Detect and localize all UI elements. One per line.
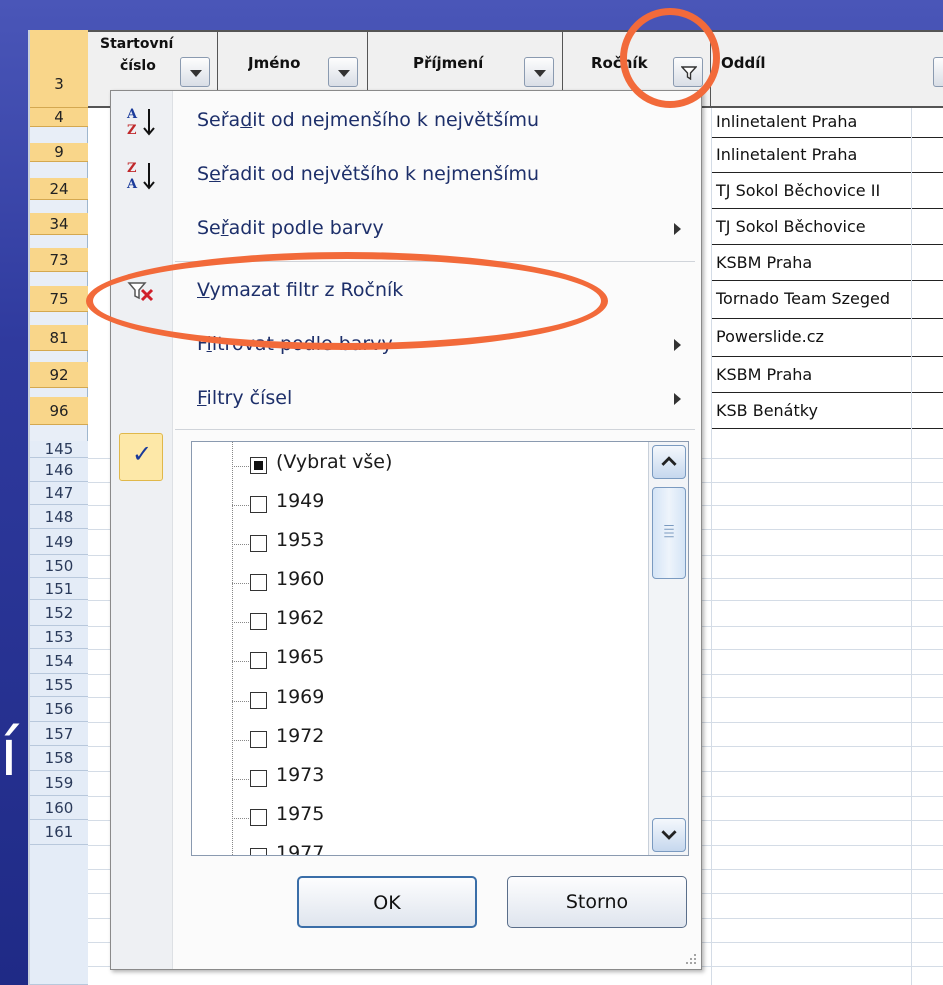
- row-header: [30, 845, 88, 985]
- resize-grip-icon[interactable]: [685, 953, 697, 965]
- checkbox[interactable]: [250, 535, 267, 552]
- checkbox[interactable]: [250, 809, 267, 826]
- column-header-label: číslo: [120, 58, 156, 74]
- chevron-up-icon: [661, 456, 677, 466]
- row-header[interactable]: 92: [30, 362, 88, 388]
- checkmark-icon: ✓: [132, 440, 153, 468]
- submenu-arrow-icon: [674, 223, 681, 235]
- filter-dropdown-button[interactable]: [524, 57, 554, 87]
- slide-text-fragment: í: [0, 717, 18, 791]
- table-cell[interactable]: Powerslide.cz: [711, 319, 943, 357]
- sort-descending-icon: Z A: [126, 161, 155, 192]
- row-header[interactable]: 148: [30, 505, 88, 529]
- row-header[interactable]: 4: [30, 108, 88, 127]
- checkbox[interactable]: [250, 574, 267, 591]
- column-header-label: Jméno: [248, 54, 301, 72]
- table-cell[interactable]: KSB Benátky: [711, 393, 943, 429]
- grid-line: [711, 108, 712, 985]
- grip-icon: [664, 525, 674, 538]
- row-header[interactable]: 75: [30, 286, 88, 312]
- menu-separator: [175, 429, 695, 430]
- checkbox[interactable]: [250, 692, 267, 709]
- row-header[interactable]: 9: [30, 143, 88, 162]
- table-cell[interactable]: TJ Sokol Běchovice: [711, 209, 943, 245]
- row-header[interactable]: 160: [30, 796, 88, 820]
- row-header[interactable]: 81: [30, 325, 88, 351]
- row-header[interactable]: 146: [30, 458, 88, 482]
- row-header[interactable]: 145: [30, 441, 88, 458]
- filter-dropdown-button[interactable]: [933, 57, 943, 87]
- table-cell[interactable]: KSBM Praha: [711, 357, 943, 393]
- row-header[interactable]: 152: [30, 600, 88, 626]
- cancel-button[interactable]: Storno: [507, 876, 687, 928]
- scroll-up-button[interactable]: [652, 445, 686, 479]
- menu-item-sort-by-color[interactable]: Seřadit podle barvy: [111, 203, 701, 257]
- column-header-label: Oddíl: [721, 54, 766, 72]
- scroll-thumb[interactable]: [652, 487, 686, 579]
- presentation-slide: í 3 4 9 24 34 73 75 81 92 96 145 146 147…: [0, 0, 943, 985]
- menu-item-label: Seřadit podle barvy: [197, 217, 384, 239]
- menu-item-label: Seřadit od největšího k nejmenšímu: [197, 163, 540, 185]
- active-filter-indicator: ✓: [119, 433, 163, 481]
- filter-values-list[interactable]: (Vybrat vše) 1949 1953 1960 1962 1965 19…: [191, 441, 689, 856]
- column-header-oddil: Oddíl: [711, 30, 943, 108]
- table-cell[interactable]: Inlinetalent Praha: [711, 108, 943, 138]
- svg-text:Z: Z: [127, 161, 137, 176]
- row-header[interactable]: 157: [30, 722, 88, 746]
- menu-item-label: Filtry čísel: [197, 387, 293, 409]
- scroll-down-button[interactable]: [652, 818, 686, 852]
- column-header-label: Startovní: [100, 36, 174, 52]
- menu-item-label: Seřadit od nejmenšího k největšímu: [197, 109, 540, 131]
- checkbox[interactable]: [250, 848, 267, 855]
- autofilter-menu: A Z Seřadit od nejmenšího k největšímu Z…: [110, 90, 702, 970]
- row-header[interactable]: 151: [30, 578, 88, 600]
- row-header-column: 3 4 9 24 34 73 75 81 92 96 145 146 147 1…: [30, 30, 88, 985]
- row-header[interactable]: 3: [30, 30, 88, 108]
- ok-button[interactable]: OK: [297, 876, 477, 928]
- menu-item-sort-ascending[interactable]: A Z Seřadit od nejmenšího k největšímu: [111, 95, 701, 149]
- filter-dropdown-button[interactable]: [180, 57, 210, 87]
- svg-text:Z: Z: [127, 123, 137, 138]
- vertical-scrollbar[interactable]: [648, 442, 688, 855]
- table-cell[interactable]: Tornado Team Szeged: [711, 281, 943, 319]
- submenu-arrow-icon: [674, 393, 681, 405]
- row-header[interactable]: 155: [30, 674, 88, 697]
- row-header[interactable]: 154: [30, 649, 88, 674]
- row-header[interactable]: 96: [30, 397, 88, 425]
- checkbox[interactable]: [250, 770, 267, 787]
- row-header[interactable]: 24: [30, 178, 88, 200]
- checkbox[interactable]: [250, 652, 267, 669]
- svg-text:A: A: [126, 107, 138, 122]
- menu-item-number-filters[interactable]: Filtry čísel: [111, 373, 701, 427]
- checkbox[interactable]: [250, 613, 267, 630]
- row-header[interactable]: 73: [30, 248, 88, 272]
- table-cell[interactable]: TJ Sokol Běchovice II: [711, 173, 943, 209]
- sort-ascending-icon: A Z: [126, 107, 155, 138]
- row-header[interactable]: 156: [30, 697, 88, 722]
- row-header[interactable]: 159: [30, 771, 88, 796]
- filter-dropdown-button[interactable]: [328, 57, 358, 87]
- row-header[interactable]: 150: [30, 555, 88, 578]
- checkbox[interactable]: [250, 496, 267, 513]
- column-header-label: Příjmení: [413, 54, 484, 72]
- row-header[interactable]: 147: [30, 482, 88, 505]
- row-header[interactable]: 158: [30, 746, 88, 771]
- row-header[interactable]: 161: [30, 820, 88, 845]
- checkbox[interactable]: [250, 731, 267, 748]
- row-header[interactable]: 34: [30, 213, 88, 235]
- checkbox-indeterminate[interactable]: [250, 457, 267, 474]
- row-header[interactable]: 149: [30, 529, 88, 555]
- table-cell[interactable]: KSBM Praha: [711, 245, 943, 281]
- submenu-arrow-icon: [674, 339, 681, 351]
- row-header[interactable]: 153: [30, 626, 88, 649]
- svg-text:A: A: [126, 177, 138, 192]
- menu-item-sort-descending[interactable]: Z A Seřadit od největšího k nejmenšímu: [111, 149, 701, 203]
- highlight-circle: [620, 8, 720, 108]
- chevron-down-icon: [661, 830, 677, 840]
- table-cell[interactable]: Inlinetalent Praha: [711, 138, 943, 173]
- grid-line: [911, 108, 912, 985]
- highlight-ellipse: [86, 252, 608, 350]
